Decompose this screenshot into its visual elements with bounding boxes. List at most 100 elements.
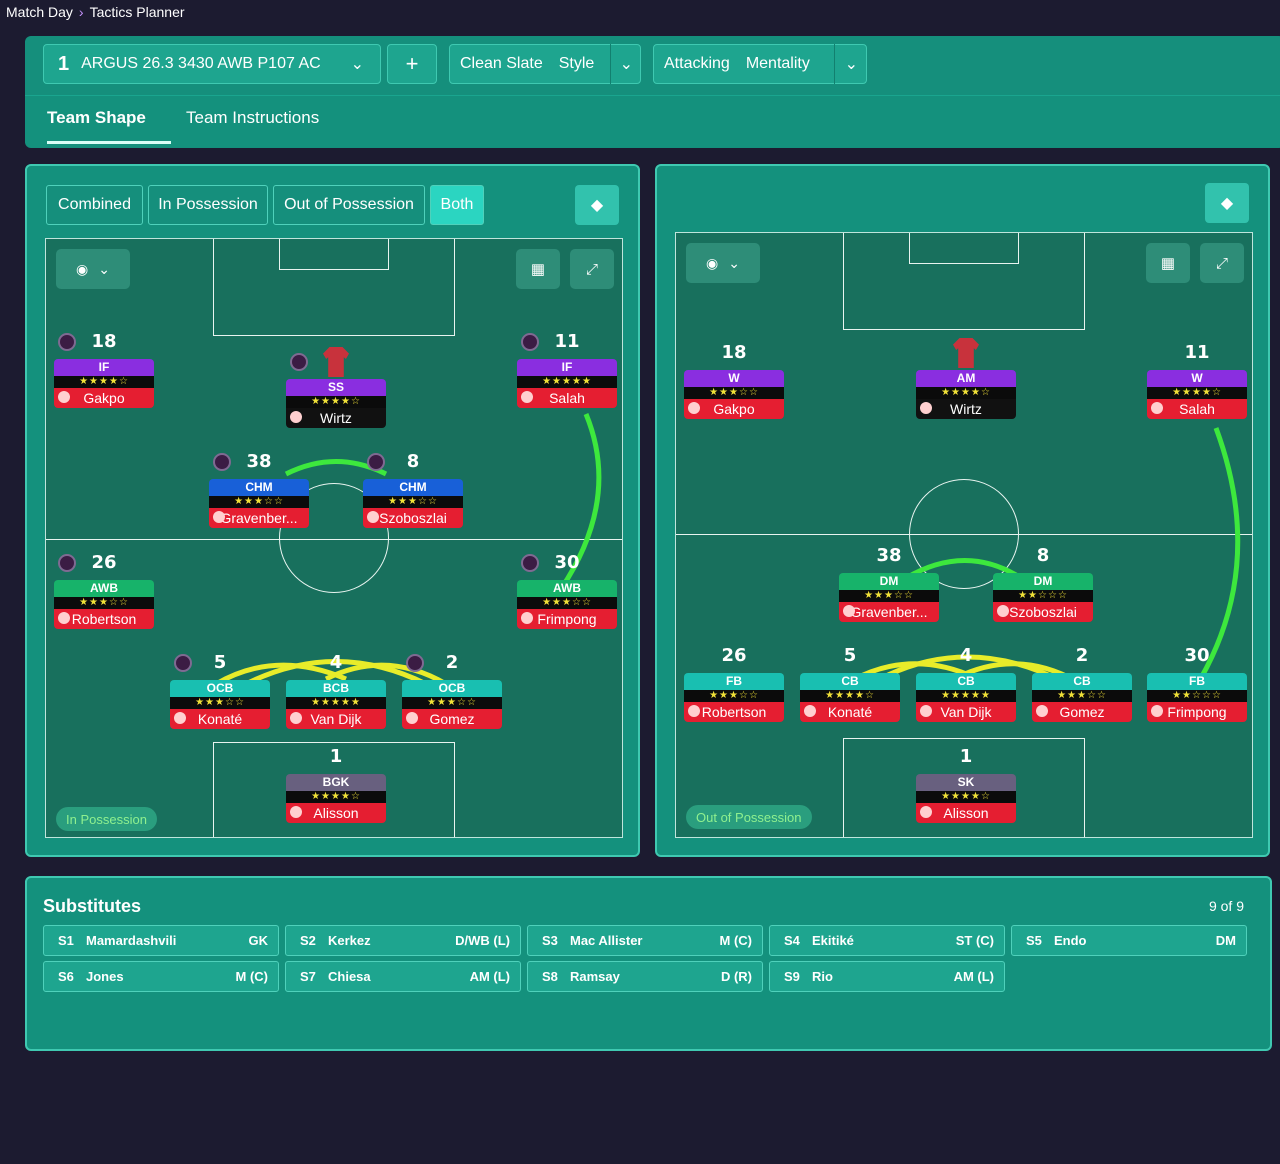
player-name-text: Gravenber...	[220, 510, 298, 526]
substitute-item[interactable]: S1 Mamardashvili GK	[43, 925, 279, 956]
substitute-position: AM (L)	[953, 969, 994, 984]
player-card[interactable]: 18 W ★★★☆☆ Gakpo	[684, 342, 784, 419]
player-name: Wirtz	[286, 408, 386, 428]
player-card[interactable]: 18 IF ★★★★☆ Gakpo	[54, 331, 154, 408]
chevron-down-icon: ⌄	[619, 56, 633, 73]
player-name-text: Alisson	[313, 805, 359, 821]
segment-combined[interactable]: Combined	[46, 185, 143, 225]
player-card[interactable]: 26 FB ★★★☆☆ Robertson	[684, 645, 784, 722]
player-card[interactable]: 1 SK ★★★★☆ Alisson	[916, 746, 1016, 823]
person-icon	[688, 705, 700, 717]
player-card[interactable]: 8 CHM ★★★☆☆ Szoboszlai	[363, 451, 463, 528]
player-card[interactable]: 5 CB ★★★★☆ Konaté	[800, 645, 900, 722]
player-card[interactable]: 38 CHM ★★★☆☆ Gravenber...	[209, 451, 309, 528]
player-name-text: Van Dijk	[310, 711, 362, 727]
add-tactic-button[interactable]: +	[387, 44, 437, 84]
segment-in-possession[interactable]: In Possession	[148, 185, 268, 225]
mentality-value: Attacking	[664, 55, 730, 72]
player-number: 4	[959, 645, 973, 666]
substitutes-title: Substitutes	[43, 896, 142, 916]
player-card[interactable]: 5 OCB ★★★☆☆ Konaté	[170, 652, 270, 729]
person-icon	[1151, 705, 1163, 717]
player-card[interactable]: 11 W ★★★★☆ Salah	[1147, 342, 1247, 419]
substitute-item[interactable]: S9 Rio AM (L)	[769, 961, 1005, 992]
person-icon	[406, 712, 418, 724]
player-role: AWB	[517, 580, 617, 597]
player-name-text: Szoboszlai	[379, 510, 447, 526]
player-card[interactable]: 2 CB ★★★☆☆ Gomez	[1032, 645, 1132, 722]
mentality-selector[interactable]: Attacking Mentality ⌄	[653, 44, 867, 84]
player-name: Gakpo	[684, 399, 784, 419]
instruction-dot-icon	[58, 333, 76, 351]
player-rating-stars: ★★★★☆	[916, 387, 1016, 399]
segment-both[interactable]: Both	[430, 185, 484, 225]
player-name-text: Szoboszlai	[1009, 604, 1077, 620]
player-card[interactable]: 1 BGK ★★★★☆ Alisson	[286, 746, 386, 823]
player-name: Robertson	[54, 609, 154, 629]
substitute-name: Rio	[812, 969, 833, 984]
tactic-editor-icon[interactable]: ◆	[1205, 183, 1249, 223]
player-card[interactable]: 26 AWB ★★★☆☆ Robertson	[54, 552, 154, 629]
instruction-dot-icon	[58, 554, 76, 572]
player-card[interactable]: 8 DM ★★☆☆☆ Szoboszlai	[993, 545, 1093, 622]
instruction-dot-icon	[290, 353, 308, 371]
instruction-dot-icon	[521, 554, 539, 572]
substitute-position: M (C)	[235, 969, 269, 984]
player-name-text: Wirtz	[320, 410, 352, 426]
player-number: 11	[1184, 342, 1210, 363]
player-name-text: Frimpong	[1167, 704, 1227, 720]
player-rating-stars: ★★★☆☆	[839, 590, 939, 602]
tab-team-shape[interactable]: Team Shape	[47, 108, 146, 128]
player-card[interactable]: 11 IF ★★★★★ Salah	[517, 331, 617, 408]
player-role: CB	[1032, 673, 1132, 690]
tactic-editor-icon[interactable]: ◆	[575, 185, 619, 225]
player-role: OCB	[402, 680, 502, 697]
player-card[interactable]: 4 BCB ★★★★★ Van Dijk	[286, 652, 386, 729]
player-rating-stars: ★★★☆☆	[684, 387, 784, 399]
substitute-item[interactable]: S2 Kerkez D/WB (L)	[285, 925, 521, 956]
player-name: Szoboszlai	[363, 508, 463, 528]
breadcrumb-root[interactable]: Match Day	[6, 4, 73, 20]
player-rating-stars: ★★★★☆	[54, 376, 154, 388]
substitute-item[interactable]: S7 Chiesa AM (L)	[285, 961, 521, 992]
player-card[interactable]: 30 AWB ★★★☆☆ Frimpong	[517, 552, 617, 629]
tactic-name: ARGUS 26.3 3430 AWB P107 AC	[81, 55, 321, 72]
substitute-item[interactable]: S3 Mac Allister M (C)	[527, 925, 763, 956]
player-name: Gakpo	[54, 388, 154, 408]
player-name-text: Alisson	[943, 805, 989, 821]
substitute-id: S5	[1026, 933, 1042, 948]
tactic-selector[interactable]: 1 ARGUS 26.3 3430 AWB P107 AC ⌄	[43, 44, 381, 84]
segment-out-of-possession[interactable]: Out of Possession	[273, 185, 425, 225]
player-card[interactable]: 30 FB ★★☆☆☆ Frimpong	[1147, 645, 1247, 722]
player-rating-stars: ★★★★★	[517, 376, 617, 388]
substitute-item[interactable]: S8 Ramsay D (R)	[527, 961, 763, 992]
player-rating-stars: ★★☆☆☆	[993, 590, 1093, 602]
player-card[interactable]: 7AM★★★★☆Wirtz	[916, 338, 1016, 419]
active-tab-indicator	[47, 141, 171, 144]
player-name: Van Dijk	[286, 709, 386, 729]
substitute-position: DM	[1215, 933, 1236, 948]
player-number: 30	[1184, 645, 1210, 666]
player-card[interactable]: 2 OCB ★★★☆☆ Gomez	[402, 652, 502, 729]
tab-team-instructions[interactable]: Team Instructions	[186, 108, 319, 128]
player-rating-stars: ★★★★☆	[1147, 387, 1247, 399]
player-card[interactable]: 7SS★★★★☆Wirtz	[286, 347, 386, 428]
player-rating-stars: ★★★★☆	[286, 396, 386, 408]
player-rating-stars: ★★★★☆	[286, 791, 386, 803]
player-number: 38	[876, 545, 902, 566]
person-icon	[521, 612, 533, 624]
player-card[interactable]: 38 DM ★★★☆☆ Gravenber...	[839, 545, 939, 622]
player-name: Gomez	[402, 709, 502, 729]
person-icon	[290, 411, 302, 423]
player-number: 8	[1036, 545, 1050, 566]
player-name-text: Gakpo	[83, 390, 125, 406]
substitute-item[interactable]: S6 Jones M (C)	[43, 961, 279, 992]
player-card[interactable]: 4 CB ★★★★★ Van Dijk	[916, 645, 1016, 722]
player-name-text: Salah	[1179, 401, 1215, 417]
player-name-text: Gravenber...	[850, 604, 928, 620]
style-label: Style	[558, 55, 595, 72]
substitute-item[interactable]: S5 Endo DM	[1011, 925, 1247, 956]
player-role: W	[684, 370, 784, 387]
substitute-item[interactable]: S4 Ekitiké ST (C)	[769, 925, 1005, 956]
style-selector[interactable]: Clean Slate Style ⌄	[449, 44, 641, 84]
